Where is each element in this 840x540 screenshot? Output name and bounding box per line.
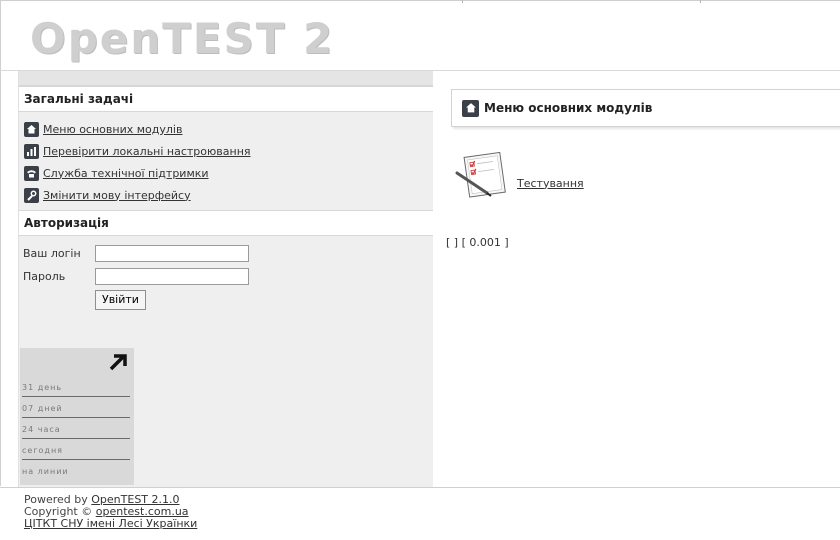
arrow-up-right-icon <box>109 354 127 371</box>
task-link-language[interactable]: Змінити мову інтерфейсу <box>43 189 191 202</box>
wrench-icon <box>24 187 39 203</box>
task-link-support[interactable]: Служба технічної підтримки <box>43 167 209 180</box>
site-logo[interactable]: OpenTEST 2 <box>30 14 334 63</box>
task-item-local-settings[interactable]: Перевірити локальні настроювання <box>24 140 428 162</box>
footer: Powered by OpenTEST 2.1.0 Copyright © op… <box>24 494 197 530</box>
auth-form: Ваш логін Пароль Увійти <box>19 236 433 311</box>
home-icon <box>462 99 479 117</box>
counter-row-today: сегодня <box>22 440 130 460</box>
login-button[interactable]: Увійти <box>95 289 146 310</box>
phone-icon <box>24 165 39 181</box>
home-icon <box>24 121 39 137</box>
password-label: Пароль <box>23 270 66 283</box>
sidebar-top-strip <box>19 71 433 86</box>
submit-row: Увійти <box>23 288 433 311</box>
module-menu-title: Меню основних модулів <box>484 101 653 115</box>
module-menu-header: Меню основних модулів <box>451 89 840 127</box>
tasks-list: Меню основних модулів Перевірити локальн… <box>19 112 433 210</box>
counter-row-7-days: 07 дней <box>22 398 130 418</box>
counter-row-online: на линии <box>22 467 69 476</box>
task-link-main-menu[interactable]: Меню основних модулів <box>43 123 182 136</box>
module-link-testing[interactable]: Тестування <box>517 177 584 190</box>
content-layout: Загальні задачі Меню основних модулів Пе… <box>0 70 840 488</box>
task-item-main-menu[interactable]: Меню основних модулів <box>24 118 428 140</box>
task-link-local-settings[interactable]: Перевірити локальні настроювання <box>43 145 251 158</box>
login-label: Ваш логін <box>23 247 81 260</box>
top-border <box>0 0 840 1</box>
auth-heading: Авторизація <box>19 210 433 236</box>
top-tick <box>700 0 701 3</box>
task-item-language[interactable]: Змінити мову інтерфейсу <box>24 184 428 206</box>
task-item-support[interactable]: Служба технічної підтримки <box>24 162 428 184</box>
test-document-icon[interactable] <box>453 151 513 203</box>
main-content: Меню основних модулів Тестування [] [0… <box>433 71 840 487</box>
module-item-testing[interactable]: Тестування <box>453 151 584 203</box>
password-input[interactable] <box>95 268 249 285</box>
login-input[interactable] <box>95 245 249 262</box>
bar-chart-icon <box>24 143 39 159</box>
password-row: Пароль <box>23 265 433 288</box>
page-timing: [ ] [ 0.001 ] <box>446 236 509 249</box>
sidebar: Загальні задачі Меню основних модулів Пе… <box>18 71 434 487</box>
tasks-heading: Загальні задачі <box>19 86 433 112</box>
top-tick <box>462 0 463 3</box>
organization-line: ЦІТКТ СНУ імені Лесі Українки <box>24 518 197 530</box>
counter-row-24-hours: 24 часа <box>22 419 130 439</box>
counter-row-31-days: 31 день <box>22 377 130 397</box>
organization-link[interactable]: ЦІТКТ СНУ імені Лесі Українки <box>24 517 197 530</box>
visitor-counter-widget[interactable]: 31 день 07 дней 24 часа сегодня на линии <box>20 348 134 485</box>
login-row: Ваш логін <box>23 242 433 265</box>
